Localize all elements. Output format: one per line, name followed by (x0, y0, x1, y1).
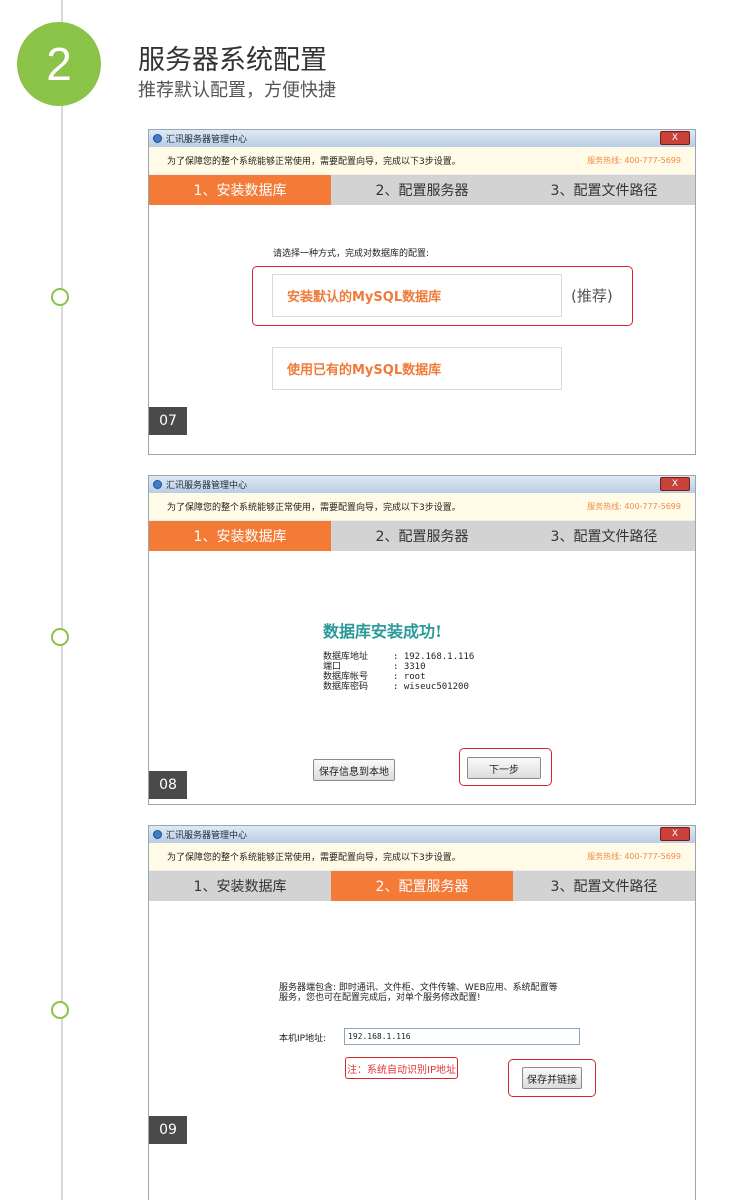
recommend-label: (推荐) (571, 287, 613, 305)
tab-install-database[interactable]: 1、安装数据库 (149, 175, 331, 205)
info-value: : 3310 (393, 662, 426, 672)
hotline-text: 服务热线: 400-777-5699 (587, 502, 681, 511)
db-prompt: 请选择一种方式，完成对数据库的配置: (273, 249, 430, 259)
close-button[interactable]: X (660, 827, 690, 841)
notice-text: 为了保障您的整个系统能够正常使用，需要配置向导，完成以下3步设置。 (167, 853, 461, 863)
window-titlebar: 汇讯服务器管理中心 X (149, 476, 695, 493)
info-label: 数据库密码 (323, 682, 369, 692)
close-button[interactable]: X (660, 477, 690, 491)
info-row-password: 数据库密码 : wiseuc501200 (323, 682, 474, 692)
auto-detect-ip-note: 注：系统自动识别IP地址 (345, 1057, 458, 1079)
option-install-default-mysql[interactable]: 安装默认的MySQL数据库 (272, 274, 562, 317)
window-title: 汇讯服务器管理中心 (166, 831, 248, 841)
screen-number-badge: 08 (149, 771, 187, 799)
screen-number-badge: 07 (149, 407, 187, 435)
info-label: 数据库地址 (323, 652, 369, 662)
step-tabs: 1、安装数据库 2、配置服务器 3、配置文件路径 (149, 871, 695, 901)
timeline-line (61, 0, 63, 1200)
screen-content: 服务器端包含: 即时通讯、文件柜、文件传输、WEB应用、系统配置等 服务，您也可… (149, 901, 695, 1200)
notice-bar: 为了保障您的整个系统能够正常使用，需要配置向导，完成以下3步设置。 服务热线: … (149, 843, 695, 871)
window-title: 汇讯服务器管理中心 (166, 135, 248, 145)
save-info-local-button[interactable]: 保存信息到本地 (313, 759, 395, 781)
tab-configure-file-path[interactable]: 3、配置文件路径 (513, 521, 695, 551)
timeline-dot (51, 1001, 69, 1019)
info-value: : root (393, 672, 426, 682)
hotline-text: 服务热线: 400-777-5699 (587, 852, 681, 861)
timeline-dot (51, 628, 69, 646)
window-title: 汇讯服务器管理中心 (166, 481, 248, 491)
window-titlebar: 汇讯服务器管理中心 X (149, 826, 695, 843)
screenshot-09: 汇讯服务器管理中心 X 为了保障您的整个系统能够正常使用，需要配置向导，完成以下… (148, 825, 696, 1200)
tab-configure-server[interactable]: 2、配置服务器 (331, 521, 513, 551)
screen-number-badge: 09 (149, 1116, 187, 1144)
ip-address-input[interactable] (344, 1028, 580, 1045)
next-step-button[interactable]: 下一步 (467, 757, 541, 779)
db-info-block: 数据库地址 : 192.168.1.116 端口 : 3310 数据库帐号 : roo… (323, 652, 474, 692)
screenshot-08: 汇讯服务器管理中心 X 为了保障您的整个系统能够正常使用，需要配置向导，完成以下… (148, 475, 696, 805)
section-title: 服务器系统配置 (138, 45, 327, 76)
screen-content: 请选择一种方式，完成对数据库的配置: 安装默认的MySQL数据库 (推荐) 使用… (149, 205, 695, 454)
info-row-port: 端口 : 3310 (323, 662, 474, 672)
notice-text: 为了保障您的整个系统能够正常使用，需要配置向导，完成以下3步设置。 (167, 503, 461, 513)
screen-content: 数据库安装成功! 数据库地址 : 192.168.1.116 端口 : 3310 数… (149, 551, 695, 804)
hotline-text: 服务热线: 400-777-5699 (587, 156, 681, 165)
option-use-existing-mysql[interactable]: 使用已有的MySQL数据库 (272, 347, 562, 390)
notice-bar: 为了保障您的整个系统能够正常使用，需要配置向导，完成以下3步设置。 服务热线: … (149, 147, 695, 175)
info-row-address: 数据库地址 : 192.168.1.116 (323, 652, 474, 662)
step-tabs: 1、安装数据库 2、配置服务器 3、配置文件路径 (149, 521, 695, 551)
info-value: : 192.168.1.116 (393, 652, 475, 662)
tab-configure-server[interactable]: 2、配置服务器 (331, 175, 513, 205)
description-line: 服务器端包含: 即时通讯、文件柜、文件传输、WEB应用、系统配置等 (279, 983, 558, 993)
ip-label: 本机IP地址: (279, 1034, 327, 1044)
tab-install-database[interactable]: 1、安装数据库 (149, 521, 331, 551)
screenshot-07: 汇讯服务器管理中心 X 为了保障您的整个系统能够正常使用，需要配置向导，完成以下… (148, 129, 696, 455)
timeline-dot (51, 288, 69, 306)
info-value: : wiseuc501200 (393, 682, 469, 692)
success-title: 数据库安装成功! (323, 622, 443, 641)
tab-configure-file-path[interactable]: 3、配置文件路径 (513, 871, 695, 901)
app-icon (153, 134, 162, 143)
server-description: 服务器端包含: 即时通讯、文件柜、文件传输、WEB应用、系统配置等 服务，您也可… (279, 983, 558, 1003)
step-number-badge: 2 (17, 22, 101, 106)
info-row-account: 数据库帐号 : root (323, 672, 474, 682)
save-and-connect-button[interactable]: 保存并链接 (522, 1067, 582, 1089)
close-button[interactable]: X (660, 131, 690, 145)
notice-text: 为了保障您的整个系统能够正常使用，需要配置向导，完成以下3步设置。 (167, 157, 461, 167)
section-subtitle: 推荐默认配置，方便快捷 (138, 80, 336, 101)
description-line: 服务，您也可在配置完成后，对单个服务修改配置! (279, 993, 481, 1003)
window-titlebar: 汇讯服务器管理中心 X (149, 130, 695, 147)
info-label: 端口 (323, 662, 342, 672)
info-label: 数据库帐号 (323, 672, 369, 682)
tab-configure-file-path[interactable]: 3、配置文件路径 (513, 175, 695, 205)
tab-configure-server[interactable]: 2、配置服务器 (331, 871, 513, 901)
step-tabs: 1、安装数据库 2、配置服务器 3、配置文件路径 (149, 175, 695, 205)
notice-bar: 为了保障您的整个系统能够正常使用，需要配置向导，完成以下3步设置。 服务热线: … (149, 493, 695, 521)
app-icon (153, 480, 162, 489)
tab-install-database[interactable]: 1、安装数据库 (149, 871, 331, 901)
app-icon (153, 830, 162, 839)
